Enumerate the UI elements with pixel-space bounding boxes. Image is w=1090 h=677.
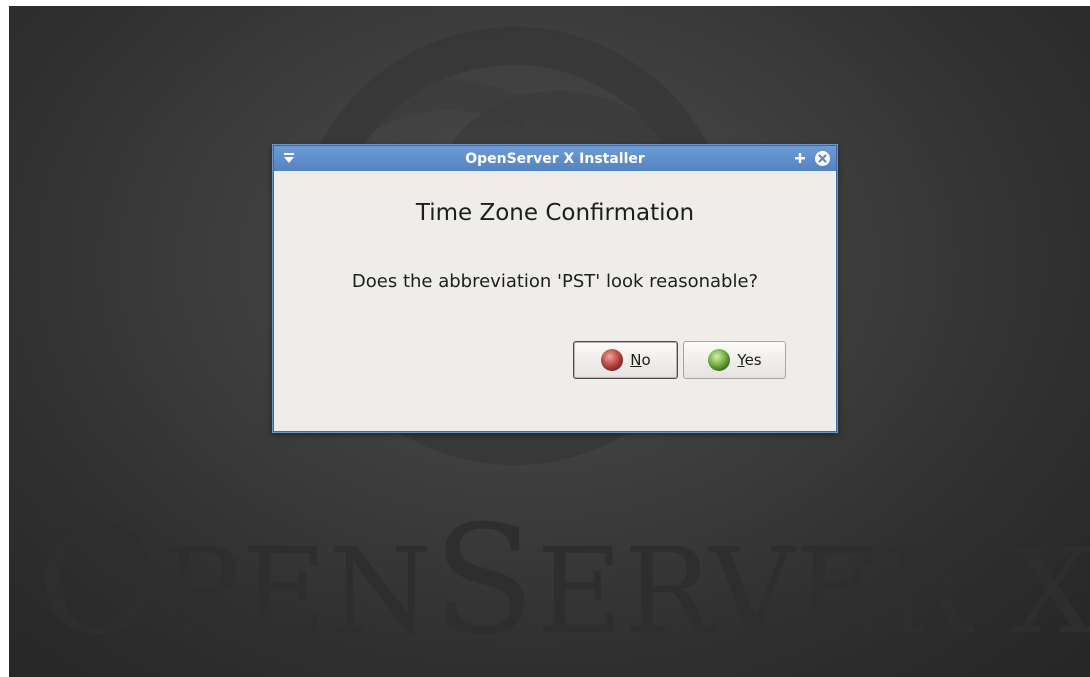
yes-button-label: Yes — [737, 351, 762, 369]
dialog-heading: Time Zone Confirmation — [415, 200, 695, 226]
green-orb-icon — [708, 349, 731, 371]
installer-dialog: OpenServer X Installer Time Zone Confirm… — [272, 144, 838, 433]
yes-button[interactable]: Yes — [683, 341, 786, 379]
no-button[interactable]: No — [573, 341, 678, 379]
window-titlebar[interactable]: OpenServer X Installer — [274, 146, 836, 171]
red-orb-icon — [601, 349, 624, 371]
window-title: OpenServer X Installer — [465, 150, 645, 167]
background-wordmark: OPENSERVER X — [37, 494, 1090, 668]
close-icon[interactable] — [814, 150, 831, 167]
no-button-label: No — [630, 351, 651, 369]
dialog-message: Does the abbreviation 'PST' look reasona… — [351, 271, 759, 292]
window-menu-icon[interactable] — [281, 149, 297, 167]
plus-icon[interactable] — [792, 149, 808, 167]
